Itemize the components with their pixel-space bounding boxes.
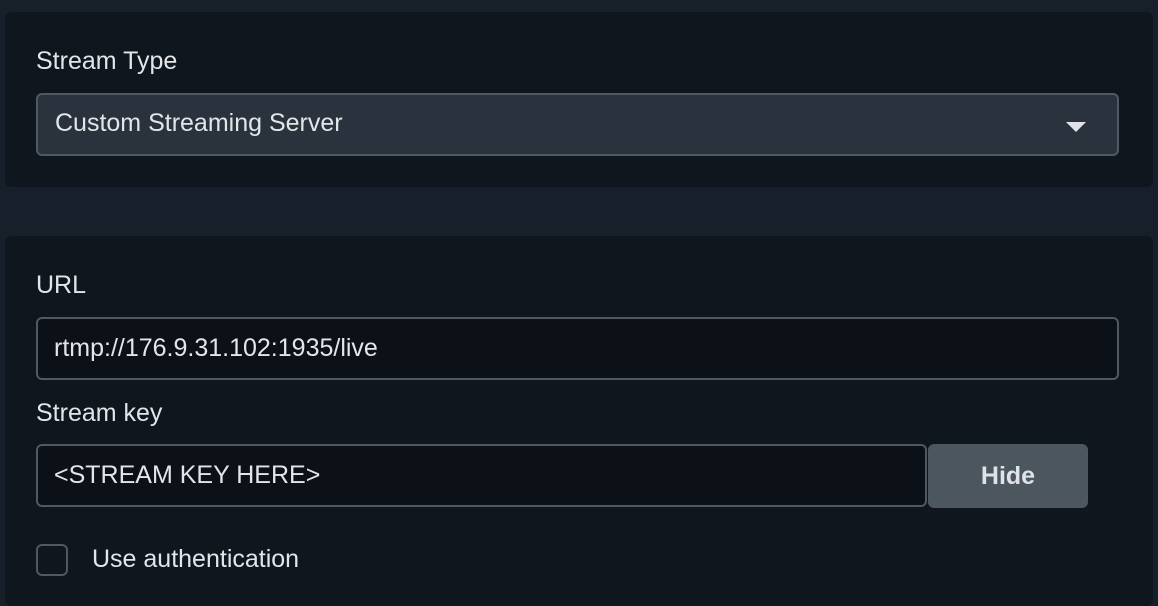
use-authentication-label[interactable]: Use authentication [92, 547, 299, 572]
stream-type-select[interactable]: Custom Streaming Server [36, 93, 1119, 156]
stream-key-label: Stream key [36, 399, 163, 427]
use-authentication-checkbox[interactable] [36, 544, 68, 576]
url-label: URL [36, 271, 87, 299]
chevron-down-icon [1066, 122, 1086, 132]
stream-type-panel: Stream Type Custom Streaming Server [5, 12, 1153, 187]
url-input[interactable]: rtmp://176.9.31.102:1935/live [36, 317, 1119, 380]
server-settings-panel: URL rtmp://176.9.31.102:1935/live Stream… [5, 236, 1153, 606]
stream-key-input[interactable]: <STREAM KEY HERE> [36, 444, 927, 507]
url-input-value: rtmp://176.9.31.102:1935/live [54, 334, 378, 362]
stream-type-label: Stream Type [36, 47, 178, 75]
stream-type-selected-value: Custom Streaming Server [55, 109, 343, 137]
stream-key-input-value: <STREAM KEY HERE> [54, 461, 321, 489]
hide-stream-key-button[interactable]: Hide [928, 444, 1088, 508]
